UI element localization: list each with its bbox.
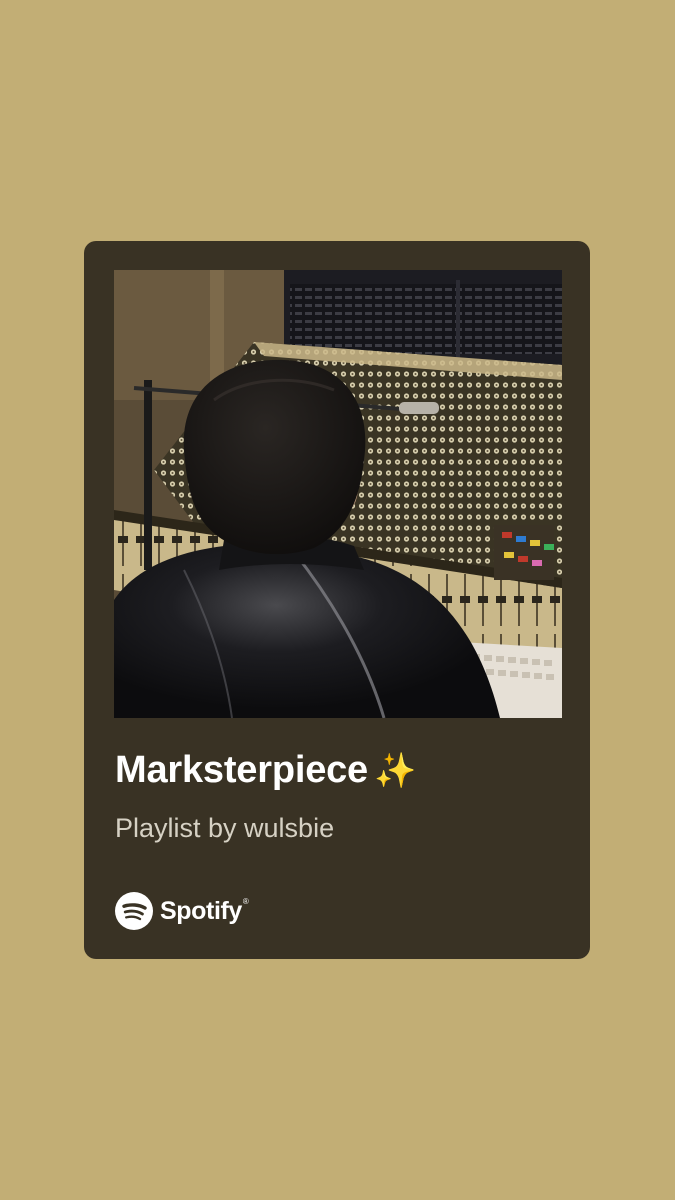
trademark-symbol: ® — [242, 896, 249, 906]
playlist-cover-image — [114, 270, 562, 718]
playlist-share-card[interactable]: Marksterpiece ✨ Playlist by wulsbie Spoti… — [84, 241, 590, 959]
spotify-icon — [115, 892, 153, 930]
playlist-title: Marksterpiece ✨ — [115, 749, 565, 792]
spotify-wordmark: Spotify® — [160, 896, 249, 926]
sparkles-icon: ✨ — [374, 752, 417, 790]
spotify-wordmark-text: Spotify — [160, 896, 242, 925]
playlist-title-text: Marksterpiece — [115, 749, 368, 791]
spotify-brand[interactable]: Spotify® — [115, 892, 249, 930]
playlist-owner-subtitle: Playlist by wulsbie — [115, 813, 335, 843]
